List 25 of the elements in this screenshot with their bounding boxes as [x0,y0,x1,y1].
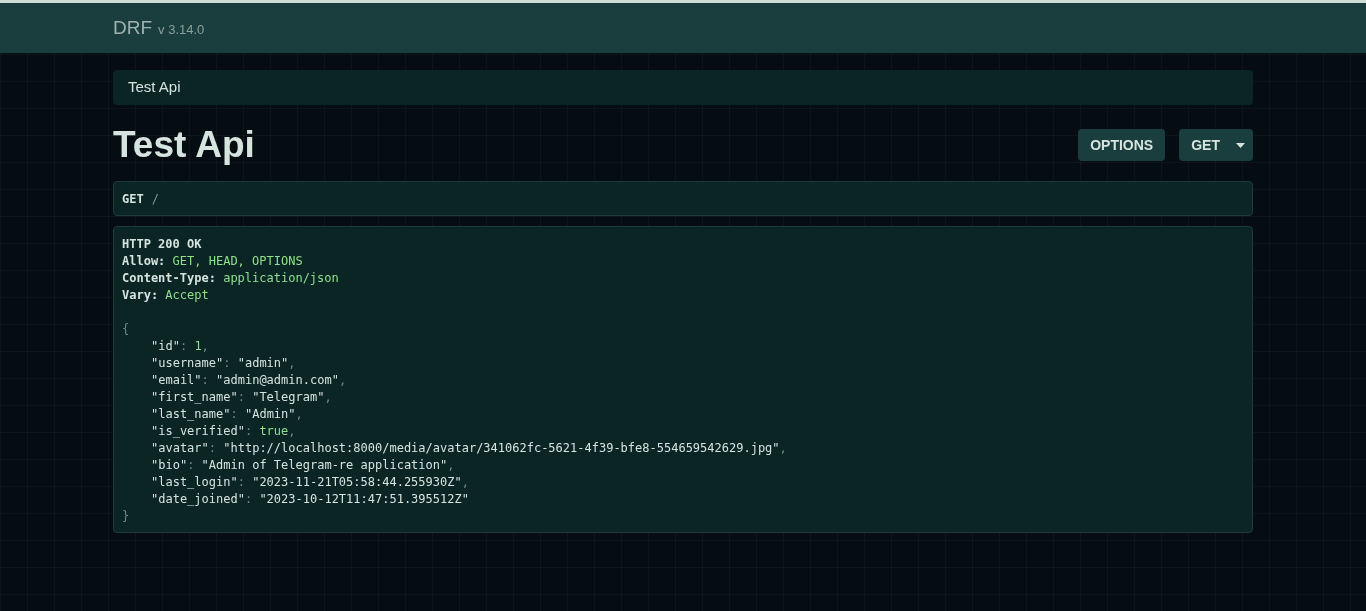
json-line: "username": "admin", [150,355,296,372]
json-line: "bio": "Admin of Telegram-re application", [150,457,455,474]
json-line: "first_name": "Telegram", [150,389,332,406]
header-line: Allow: GET, HEAD, OPTIONS [122,253,303,270]
options-button[interactable]: OPTIONS [1078,129,1166,161]
caret-icon [1236,142,1245,148]
json-line: "last_login": "2023-11-21T05:58:44.255930Z", [150,474,469,491]
json-brace: { [122,321,130,338]
brand-name[interactable]: DRF [113,13,153,43]
header-line: Vary: Accept [122,287,209,304]
header-line: Content-Type: application/json [122,270,339,287]
json-line: "id": 1, [150,338,209,355]
json-line: "email": "admin@admin.com", [150,372,347,389]
json-line: "date_joined": "2023-10-12T11:47:51.395512Z" [150,491,469,508]
request-path: / [151,190,159,208]
json-line: "is_verified": true, [150,423,296,440]
json-brace: } [122,508,130,525]
page-title: Test Api [113,123,255,167]
status-line: HTTP 200 OK [122,236,202,253]
json-line: "avatar": "http://localhost:8000/media/avatar/341062fc-5621-4f39-bfe8-554659542629.jpg", [150,440,787,457]
method-dropdown-button[interactable]: GET [1179,129,1253,161]
version-label: v 3.14.0 [158,21,205,40]
breadcrumb-item[interactable]: Test Api [128,76,181,99]
json-line: "last_name": "Admin", [150,406,303,423]
request-method: GET [122,190,144,208]
